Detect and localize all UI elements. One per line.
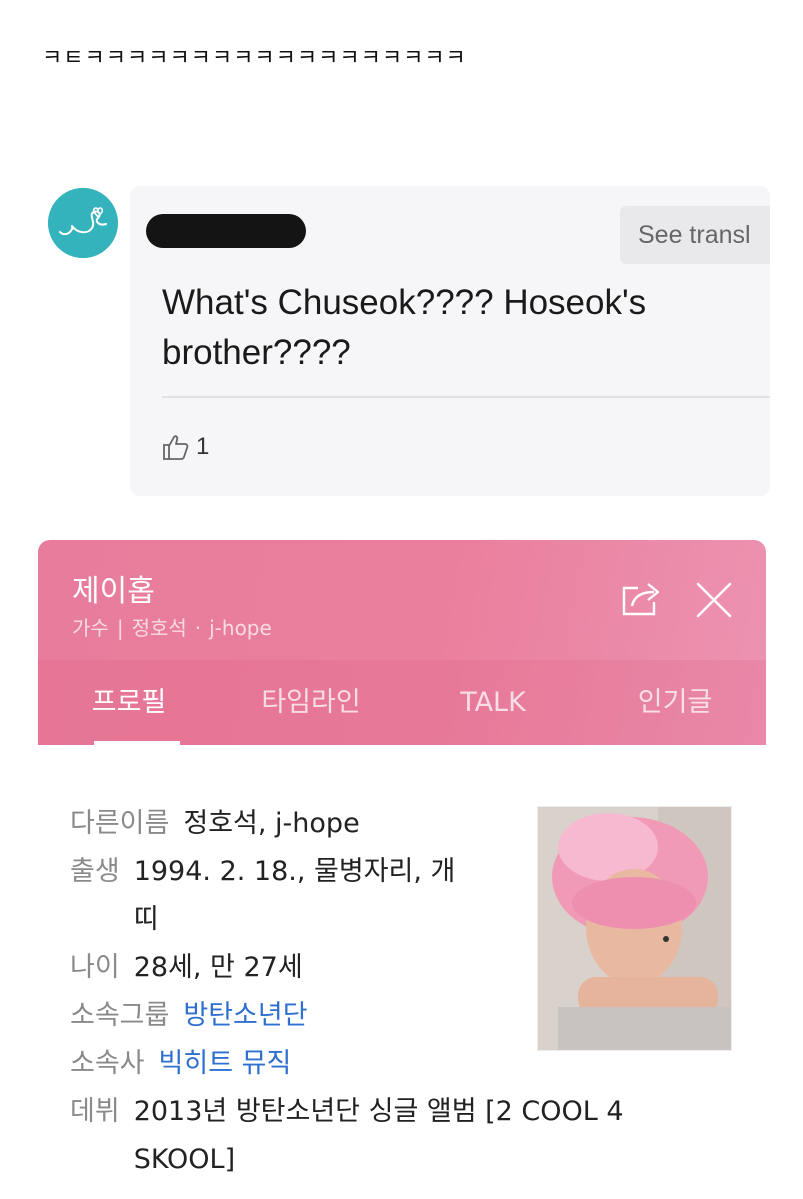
info-key: 소속사	[70, 1048, 145, 1079]
group-link[interactable]: 방탄소년단	[183, 992, 307, 1040]
info-key: 소속그룹	[70, 1000, 170, 1031]
profile-real-name: 정호석	[131, 616, 187, 640]
portrait-image	[538, 807, 731, 1050]
tab-popular[interactable]: 인기글	[584, 660, 766, 745]
info-key: 출생	[70, 856, 120, 887]
profile-subtitle: 가수 | 정호석 · j-hope	[72, 616, 272, 640]
redacted-username	[146, 214, 306, 248]
comment-divider	[162, 396, 770, 398]
tab-profile[interactable]: 프로필	[38, 660, 220, 745]
profile-tabs: 프로필 타임라인 TALK 인기글	[38, 660, 766, 745]
info-value: 2013년 방탄소년단 싱글 앨범 [2 COOL 4 SKOOL]	[133, 1096, 624, 1175]
tab-timeline[interactable]: 타임라인	[220, 660, 402, 745]
caption-text: ㅋㅌㅋㅋㅋㅋㅋㅋㅋㅋㅋㅋㅋㅋㅋㅋㅋㅋㅋㅋ	[42, 46, 467, 71]
comment-text: What's Chuseok???? Hoseok's brother????	[162, 283, 647, 372]
agency-link[interactable]: 빅히트 뮤직	[159, 1040, 292, 1088]
info-value: 1994. 2. 18., 물병자리, 개띠	[133, 856, 456, 935]
profile-alias: j-hope	[209, 616, 272, 640]
info-key: 나이	[70, 952, 120, 983]
comment-card: See transl What's Chuseok???? Hoseok's b…	[130, 186, 770, 496]
profile-name: 제이홉	[72, 574, 155, 609]
like-count: 1	[196, 433, 210, 460]
tab-talk[interactable]: TALK	[402, 660, 584, 745]
see-translation-button[interactable]: See transl	[620, 206, 770, 264]
info-key: 다른이름	[70, 808, 170, 839]
profile-photo[interactable]	[537, 806, 732, 1051]
info-key: 데뷔	[70, 1096, 120, 1127]
info-row-debut: 데뷔 2013년 방탄소년단 싱글 앨범 [2 COOL 4 SKOOL]	[70, 1088, 730, 1184]
thumbs-up-icon	[163, 435, 189, 460]
profile-header: 제이홉 가수 | 정호석 · j-hope 프로필 타임라인 TALK 인기글	[38, 540, 766, 745]
user-avatar[interactable]	[48, 188, 118, 258]
info-value: 정호석, j-hope	[183, 808, 360, 839]
share-icon[interactable]	[620, 578, 666, 618]
close-icon[interactable]	[694, 580, 734, 620]
heart-logo-icon	[48, 188, 118, 258]
profile-occupation: 가수	[72, 616, 109, 640]
screenshot-page: ㅋㅌㅋㅋㅋㅋㅋㅋㅋㅋㅋㅋㅋㅋㅋㅋㅋㅋㅋㅋ See transl What's C…	[0, 0, 803, 1199]
info-value: 28세, 만 27세	[133, 952, 303, 983]
like-button[interactable]: 1	[160, 432, 209, 462]
